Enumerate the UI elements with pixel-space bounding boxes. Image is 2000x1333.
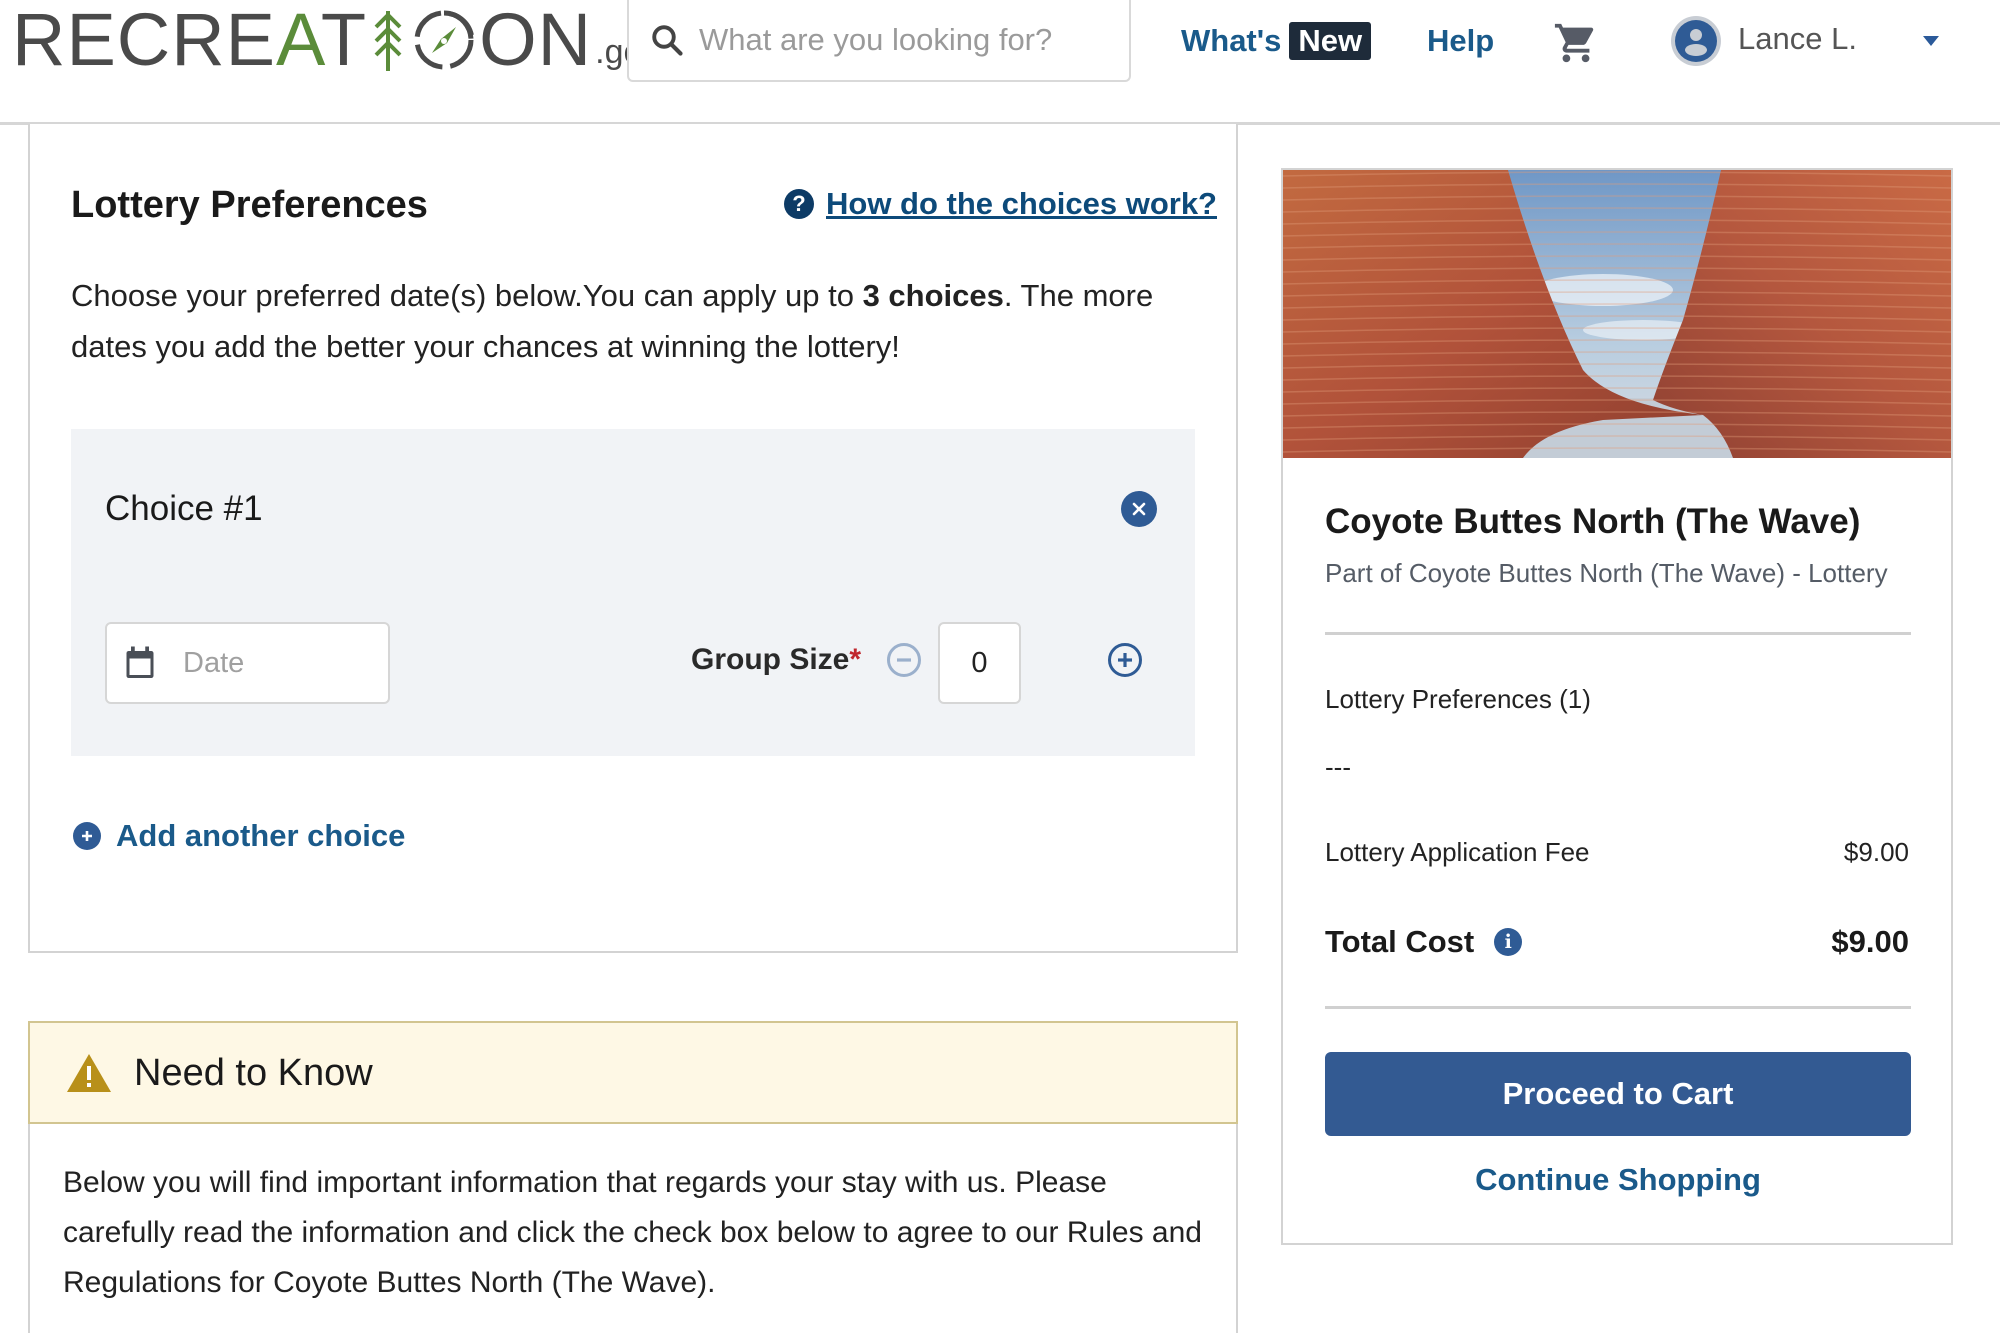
user-avatar-icon[interactable] bbox=[1671, 16, 1721, 66]
date-field[interactable] bbox=[105, 622, 390, 704]
decrease-group-size-button[interactable] bbox=[886, 642, 922, 678]
continue-shopping-link[interactable]: Continue Shopping bbox=[1325, 1158, 1911, 1202]
total-cost-value: $9.00 bbox=[1831, 924, 1909, 959]
divider bbox=[1325, 1006, 1911, 1009]
desc-text-1: Choose your preferred date(s) below.You … bbox=[71, 278, 863, 313]
divider bbox=[1325, 632, 1911, 635]
user-name[interactable]: Lance L. bbox=[1738, 18, 1857, 60]
remove-choice-button[interactable] bbox=[1121, 491, 1157, 527]
need-to-know-body: Below you will find important informatio… bbox=[63, 1166, 1202, 1299]
desc-choices-count: 3 choices bbox=[862, 278, 1004, 313]
need-to-know-card: Need to Know Below you will find importa… bbox=[28, 1021, 1238, 1333]
question-circle-icon: ? bbox=[784, 189, 814, 219]
proceed-to-cart-button[interactable]: Proceed to Cart bbox=[1325, 1052, 1911, 1136]
facility-subtitle: Part of Coyote Buttes North (The Wave) -… bbox=[1325, 558, 1888, 588]
how-choices-work-link[interactable]: ? How do the choices work? bbox=[784, 182, 1217, 226]
page-title: Lottery Preferences bbox=[71, 184, 428, 226]
group-size-text: Group Size bbox=[691, 643, 850, 676]
info-icon[interactable]: i bbox=[1494, 928, 1523, 956]
total-cost-label: Total Cost i bbox=[1325, 920, 1523, 964]
lottery-description: Choose your preferred date(s) below.You … bbox=[71, 270, 1171, 372]
plus-circle-icon bbox=[73, 822, 101, 850]
choice-title: Choice #1 bbox=[105, 489, 263, 528]
group-size-label: Group Size* bbox=[691, 639, 861, 681]
required-marker: * bbox=[849, 643, 862, 676]
need-to-know-title: Need to Know bbox=[134, 1051, 373, 1094]
logo-wordmark: RECREAT ON bbox=[12, 2, 592, 78]
calendar-icon bbox=[126, 646, 154, 678]
nav-help-link[interactable]: Help bbox=[1427, 20, 1494, 62]
choice-panel: Choice #1 Group Size* 0 bbox=[71, 429, 1195, 756]
new-badge: New bbox=[1289, 22, 1372, 60]
help-link-text: How do the choices work? bbox=[826, 186, 1217, 221]
application-fee-value: $9.00 bbox=[1843, 837, 1909, 867]
site-header: RECREATON .gov What's New Help Lance L. bbox=[0, 0, 2000, 125]
preferences-count-label: Lottery Preferences (1) bbox=[1325, 684, 1591, 714]
search-input[interactable] bbox=[699, 22, 1119, 58]
search-bar[interactable] bbox=[627, 0, 1131, 82]
close-icon bbox=[1132, 502, 1146, 516]
compass-icon bbox=[414, 10, 475, 70]
whats-label: What's bbox=[1181, 23, 1282, 58]
logo-text-recre: RECRE bbox=[12, 0, 277, 81]
logo-text-on: ON bbox=[479, 0, 593, 81]
date-input[interactable] bbox=[183, 646, 363, 680]
nav-whats-new-link[interactable]: What's New bbox=[1181, 20, 1372, 62]
chevron-down-icon[interactable] bbox=[1923, 36, 1939, 46]
total-cost-text: Total Cost bbox=[1325, 924, 1475, 959]
add-choice-text: Add another choice bbox=[116, 818, 406, 853]
cart-icon[interactable] bbox=[1553, 20, 1599, 66]
search-icon bbox=[652, 25, 683, 56]
logo-text-a: A bbox=[276, 0, 321, 81]
the-wave-photo bbox=[1283, 170, 1951, 458]
booking-summary-card: Coyote Buttes North (The Wave) Part of C… bbox=[1281, 168, 1953, 1245]
warning-icon bbox=[67, 1053, 111, 1092]
application-fee-label: Lottery Application Fee bbox=[1325, 837, 1590, 867]
add-another-choice-link[interactable]: Add another choice bbox=[73, 814, 405, 858]
group-size-input[interactable]: 0 bbox=[938, 622, 1021, 704]
tree-icon bbox=[374, 11, 402, 71]
need-to-know-header: Need to Know bbox=[28, 1021, 1238, 1124]
preferences-value: --- bbox=[1325, 752, 1351, 782]
increase-group-size-button[interactable] bbox=[1107, 642, 1143, 678]
facility-title: Coyote Buttes North (The Wave) bbox=[1325, 502, 1861, 541]
person-icon bbox=[1675, 20, 1717, 62]
recreation-gov-logo[interactable]: RECREATON .gov bbox=[12, 2, 659, 78]
logo-text-t: T bbox=[320, 0, 368, 81]
